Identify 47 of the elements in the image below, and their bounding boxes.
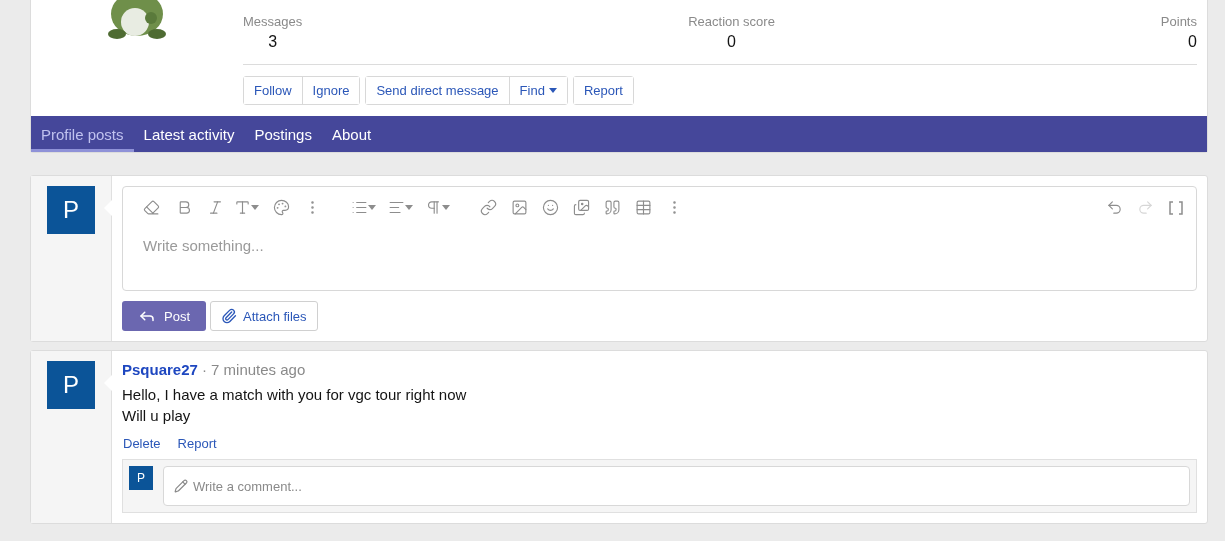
smiley-icon[interactable] xyxy=(542,199,559,216)
stat-value: 0 xyxy=(1188,33,1197,51)
link-icon[interactable] xyxy=(480,199,497,216)
fullscreen-icon[interactable] xyxy=(1168,199,1184,216)
caret-icon xyxy=(251,205,259,210)
comment-field[interactable]: Write a comment... xyxy=(163,466,1190,506)
text-size-icon[interactable] xyxy=(234,199,251,216)
avatar: P xyxy=(47,186,95,234)
quote-icon[interactable] xyxy=(604,199,621,216)
author-link[interactable]: Psquare27 xyxy=(122,361,198,378)
align-icon[interactable] xyxy=(388,199,405,216)
undo-icon[interactable] xyxy=(1106,199,1123,216)
profile-button[interactable]: Ignore xyxy=(301,77,360,104)
caret-icon xyxy=(548,88,557,93)
profile-button[interactable]: Find xyxy=(508,77,567,104)
stat-value: 0 xyxy=(727,33,736,51)
eraser-icon[interactable] xyxy=(143,199,160,216)
post-action-link[interactable]: Delete xyxy=(123,436,161,451)
list-icon[interactable] xyxy=(351,199,368,216)
profile-tab[interactable]: Latest activity xyxy=(133,116,245,152)
table-icon[interactable] xyxy=(635,199,652,216)
pencil-icon xyxy=(174,479,188,493)
post-action-link[interactable]: Report xyxy=(177,436,217,451)
palette-icon[interactable] xyxy=(273,199,290,216)
profile-button[interactable]: Report xyxy=(573,77,633,104)
profile-tab[interactable]: About xyxy=(321,116,382,152)
post-message: Hello, I have a match with you for vgc tour right now Will u play xyxy=(122,385,468,426)
stat-label: Points xyxy=(1160,14,1197,29)
stat-label: Messages xyxy=(243,14,303,29)
profile-tab[interactable]: Profile posts xyxy=(31,116,134,152)
attach-files-button[interactable]: Attach files xyxy=(210,301,318,331)
paperclip-icon xyxy=(221,308,237,324)
media-icon[interactable] xyxy=(573,199,590,216)
paragraph-icon[interactable] xyxy=(425,199,442,216)
caret-icon xyxy=(442,205,450,210)
caret-icon xyxy=(405,205,413,210)
caret-icon xyxy=(368,205,376,210)
italic-icon[interactable] xyxy=(207,199,224,216)
image-icon[interactable] xyxy=(511,199,528,216)
editor-placeholder: Write something... xyxy=(142,236,265,254)
stat-value: 3 xyxy=(268,33,278,51)
post-button[interactable]: Post xyxy=(122,301,206,331)
profile-tab[interactable]: Postings xyxy=(244,116,322,152)
avatar: P xyxy=(47,361,95,409)
stat-label: Reaction score xyxy=(688,14,775,29)
avatar: P xyxy=(129,466,153,490)
post-time: · 7 minutes ago xyxy=(201,361,306,378)
